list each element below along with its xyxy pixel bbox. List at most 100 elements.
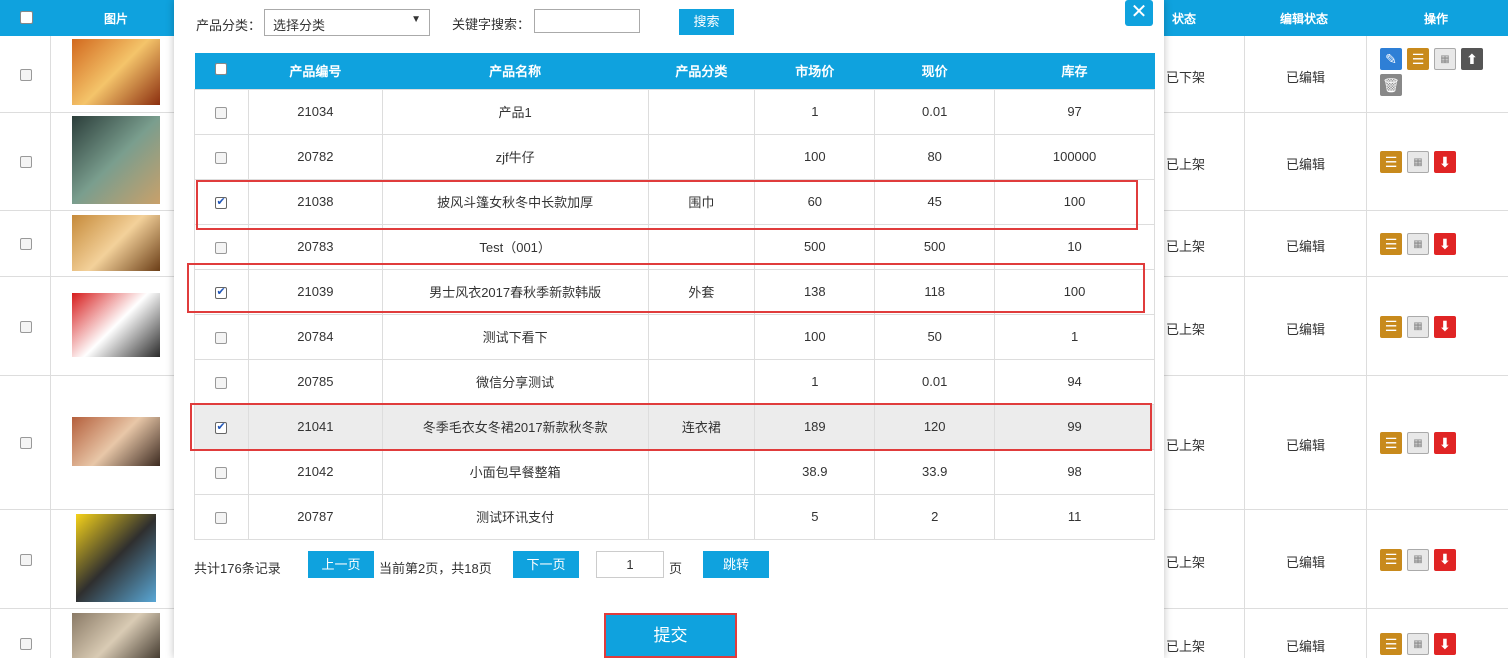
qrcode-icon[interactable]: ▦ <box>1434 48 1456 70</box>
price-cell: 0.01 <box>874 358 996 405</box>
row-checkbox[interactable] <box>215 106 228 119</box>
product-row[interactable]: 20785 微信分享测试 1 0.01 94 <box>194 358 1155 405</box>
submit-button[interactable]: 提交 <box>604 613 737 658</box>
product-id-cell: 20782 <box>247 133 383 180</box>
qrcode-icon[interactable]: ▦ <box>1407 233 1429 255</box>
list-icon[interactable]: ☰ <box>1380 548 1402 571</box>
product-row[interactable]: 21042 小面包早餐整箱 38.9 33.9 98 <box>194 448 1155 495</box>
qrcode-icon[interactable]: ▦ <box>1407 151 1429 173</box>
page-unit: 页 <box>669 561 683 576</box>
row-checkbox[interactable] <box>215 420 228 434</box>
product-category-cell: 连衣裙 <box>647 403 756 450</box>
column-divider <box>1366 376 1367 509</box>
col-header-id: 产品编号 <box>248 53 383 89</box>
prev-page-button[interactable]: 上一页 <box>308 551 374 578</box>
row-checkbox-cell <box>194 223 249 270</box>
product-name-cell: 微信分享测试 <box>381 358 649 405</box>
select-all-checkbox[interactable] <box>215 63 228 76</box>
qrcode-icon[interactable]: ▦ <box>1407 548 1429 571</box>
market-price-cell: 1 <box>754 88 876 135</box>
shelf-status: 已上架 <box>1166 321 1206 337</box>
market-price-cell: 138 <box>754 268 876 315</box>
product-row[interactable]: 21034 产品1 1 0.01 97 <box>194 88 1155 135</box>
onshelf-arrow-up-icon[interactable]: ⬆ <box>1461 48 1483 70</box>
product-row[interactable]: 21039男士风衣2017春秋季新款韩版外套138118100 <box>194 268 1155 315</box>
product-id-cell: 21038 <box>247 178 383 225</box>
jump-button[interactable]: 跳转 <box>703 551 769 578</box>
product-category-cell <box>647 493 756 540</box>
row-checkbox[interactable] <box>215 151 228 164</box>
search-button[interactable]: 搜索 <box>679 9 734 35</box>
offshelf-arrow-down-icon[interactable]: ⬇ <box>1434 548 1456 571</box>
stock-cell: 99 <box>994 403 1155 450</box>
offshelf-arrow-down-icon[interactable]: ⬇ <box>1434 233 1456 255</box>
product-row[interactable]: 20782 zjf牛仔 100 80 100000 <box>194 133 1155 180</box>
offshelf-arrow-down-icon[interactable]: ⬇ <box>1434 633 1456 655</box>
ops-col-header: 操作 <box>1424 12 1449 26</box>
row-checkbox[interactable] <box>20 320 32 333</box>
column-divider <box>50 211 51 276</box>
row-checkbox[interactable] <box>215 466 228 479</box>
list-icon[interactable]: ☰ <box>1380 315 1402 338</box>
list-icon[interactable]: ☰ <box>1380 432 1402 454</box>
qrcode-icon[interactable]: ▦ <box>1407 315 1429 338</box>
row-checkbox[interactable] <box>20 638 32 650</box>
product-category-cell <box>647 88 756 135</box>
shelf-status: 已上架 <box>1166 157 1206 172</box>
list-icon[interactable]: ☰ <box>1380 633 1402 655</box>
offshelf-arrow-down-icon[interactable]: ⬇ <box>1434 315 1456 338</box>
stock-cell: 98 <box>994 448 1155 495</box>
product-name-cell: 测试下看下 <box>381 313 649 360</box>
row-checkbox-cell <box>194 178 249 225</box>
row-checkbox[interactable] <box>20 437 32 449</box>
row-checkbox[interactable] <box>20 238 32 250</box>
keyword-input[interactable] <box>534 9 640 33</box>
row-checkbox-cell <box>194 268 249 315</box>
row-checkbox[interactable] <box>20 553 32 566</box>
column-divider <box>50 510 51 608</box>
product-thumbnail <box>72 417 160 466</box>
row-checkbox[interactable] <box>215 241 228 254</box>
stock-cell: 1 <box>994 313 1155 360</box>
row-checkbox[interactable] <box>215 376 228 389</box>
product-id-cell: 21034 <box>247 88 383 135</box>
close-icon[interactable]: ✕ <box>1125 0 1153 26</box>
product-thumbnail <box>72 39 160 105</box>
list-icon[interactable]: ☰ <box>1380 233 1402 255</box>
offshelf-arrow-down-icon[interactable]: ⬇ <box>1434 432 1456 454</box>
row-checkbox[interactable] <box>215 195 228 209</box>
product-row[interactable]: 21038披风斗篷女秋冬中长款加厚围巾6045100 <box>194 178 1155 225</box>
row-checkbox[interactable] <box>215 285 228 299</box>
trash-icon[interactable]: 🗑 <box>1380 74 1402 96</box>
market-price-cell: 189 <box>754 403 876 450</box>
next-page-button[interactable]: 下一页 <box>513 551 579 578</box>
edit-icon[interactable]: ✎ <box>1380 48 1402 70</box>
qrcode-icon[interactable]: ▦ <box>1407 633 1429 655</box>
row-checkbox[interactable] <box>215 331 228 344</box>
row-checkbox[interactable] <box>20 68 32 81</box>
qrcode-icon[interactable]: ▦ <box>1407 432 1429 454</box>
column-divider <box>50 277 51 375</box>
stock-cell: 100 <box>994 178 1155 225</box>
product-id-cell: 21042 <box>247 448 383 495</box>
category-select-value: 选择分类 <box>273 18 326 33</box>
list-icon[interactable]: ☰ <box>1407 48 1429 70</box>
select-all-checkbox[interactable] <box>20 11 33 24</box>
shelf-status: 已上架 <box>1166 438 1206 453</box>
row-checkbox[interactable] <box>20 156 32 168</box>
category-select[interactable]: 选择分类 ▼ <box>264 9 430 36</box>
row-checkbox[interactable] <box>215 511 228 524</box>
list-icon[interactable]: ☰ <box>1380 151 1402 173</box>
product-row[interactable]: 20787 测试环讯支付 5 2 11 <box>194 493 1155 540</box>
page-number-input[interactable]: 1 <box>596 551 664 578</box>
product-thumbnail <box>76 514 156 602</box>
market-price-cell: 38.9 <box>754 448 876 495</box>
product-row[interactable]: 21041冬季毛衣女冬裙2017新款秋冬款连衣裙18912099 <box>194 403 1155 450</box>
product-category-cell: 外套 <box>647 268 756 315</box>
product-row[interactable]: 20783 Test（001） 500 500 10 <box>194 223 1155 270</box>
product-row[interactable]: 20784 测试下看下 100 50 1 <box>194 313 1155 360</box>
image-col-header: 图片 <box>104 12 129 26</box>
stock-cell: 10 <box>994 223 1155 270</box>
col-header-market-price: 市场价 <box>754 53 875 89</box>
offshelf-arrow-down-icon[interactable]: ⬇ <box>1434 151 1456 173</box>
